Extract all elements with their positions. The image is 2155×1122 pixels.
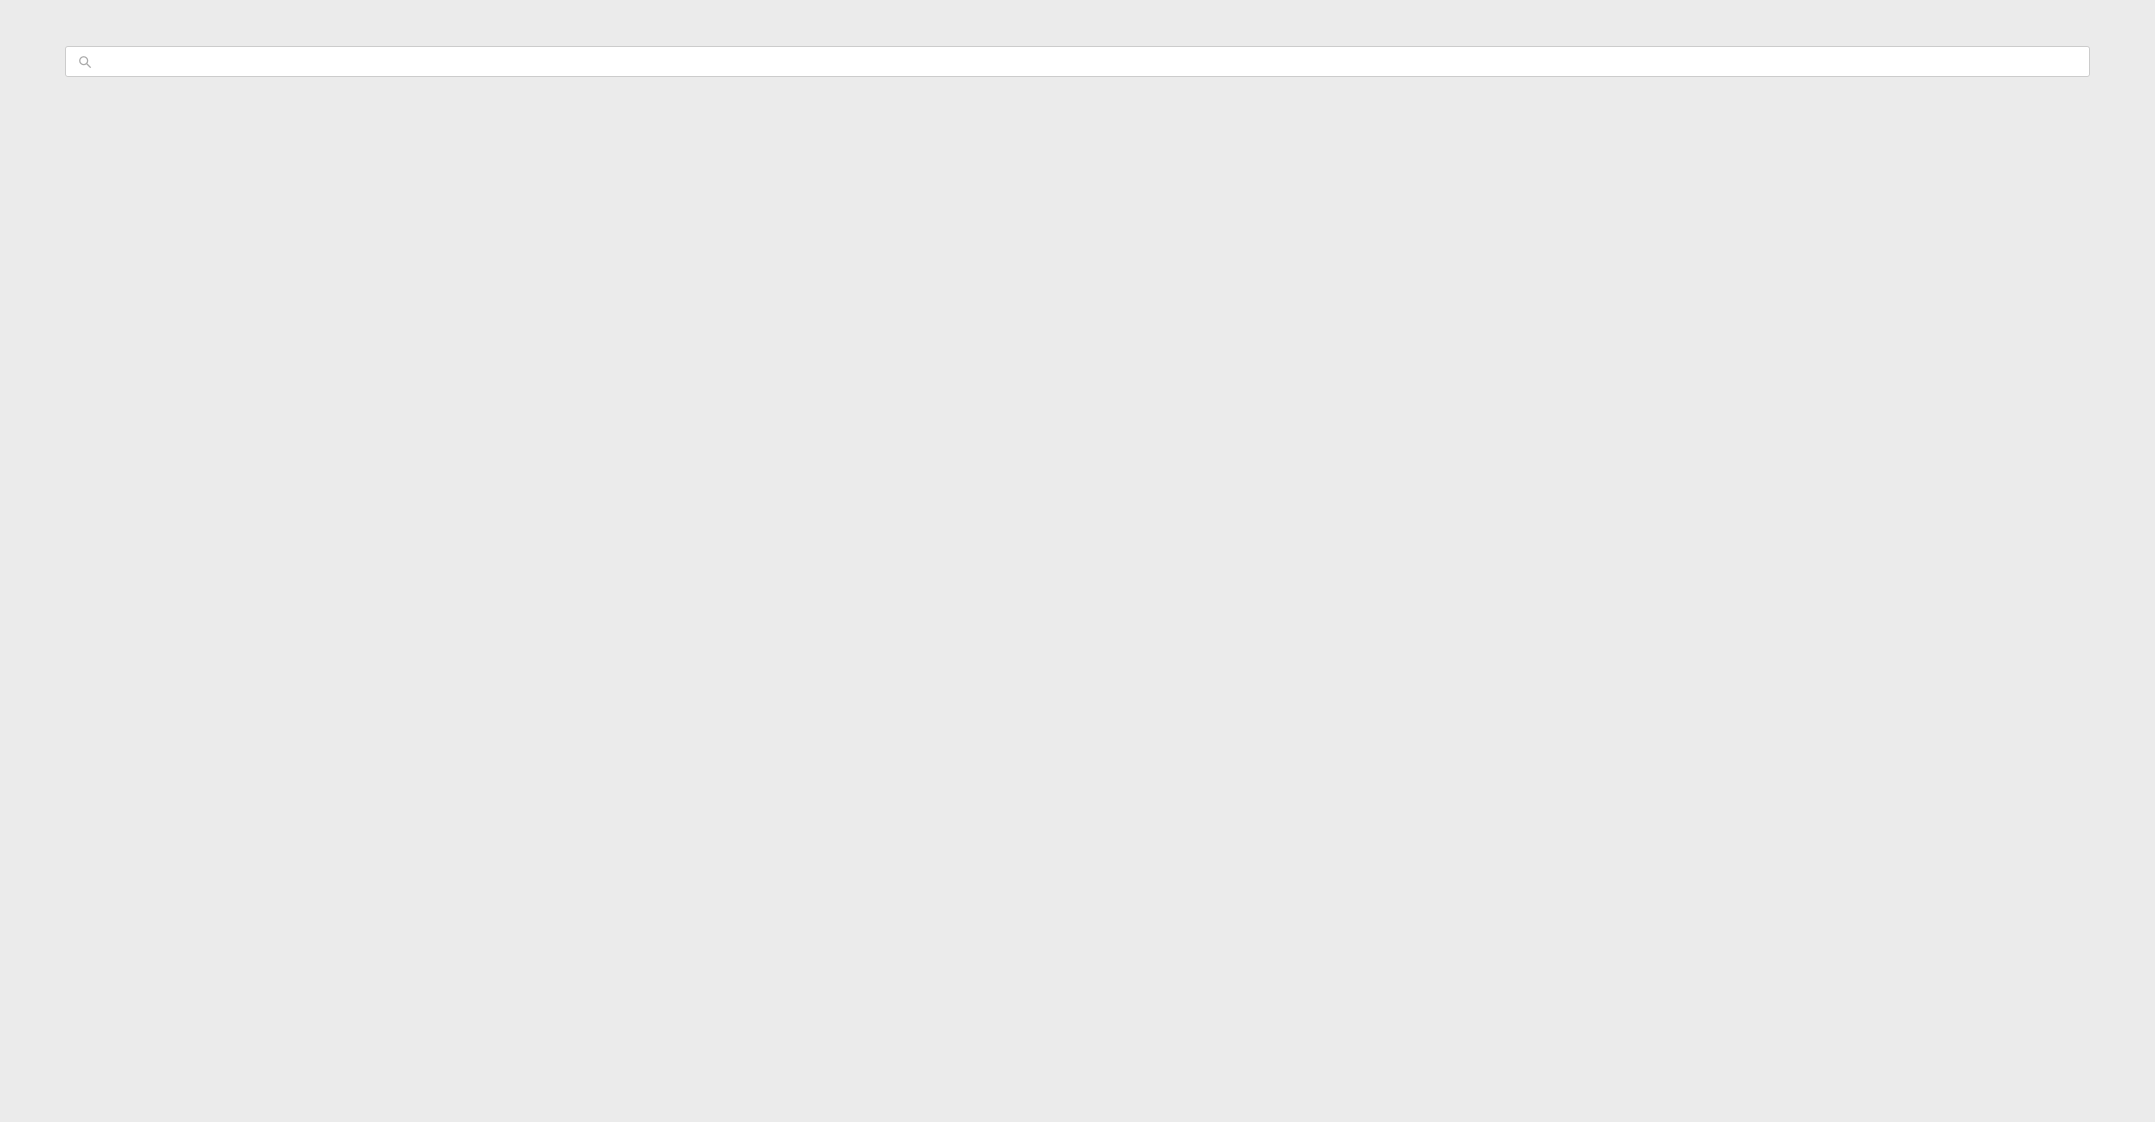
search-input[interactable] — [100, 54, 2077, 69]
gallery — [0, 97, 2155, 137]
search-bar — [65, 46, 2090, 77]
header — [0, 0, 2155, 28]
search-icon — [78, 55, 92, 69]
